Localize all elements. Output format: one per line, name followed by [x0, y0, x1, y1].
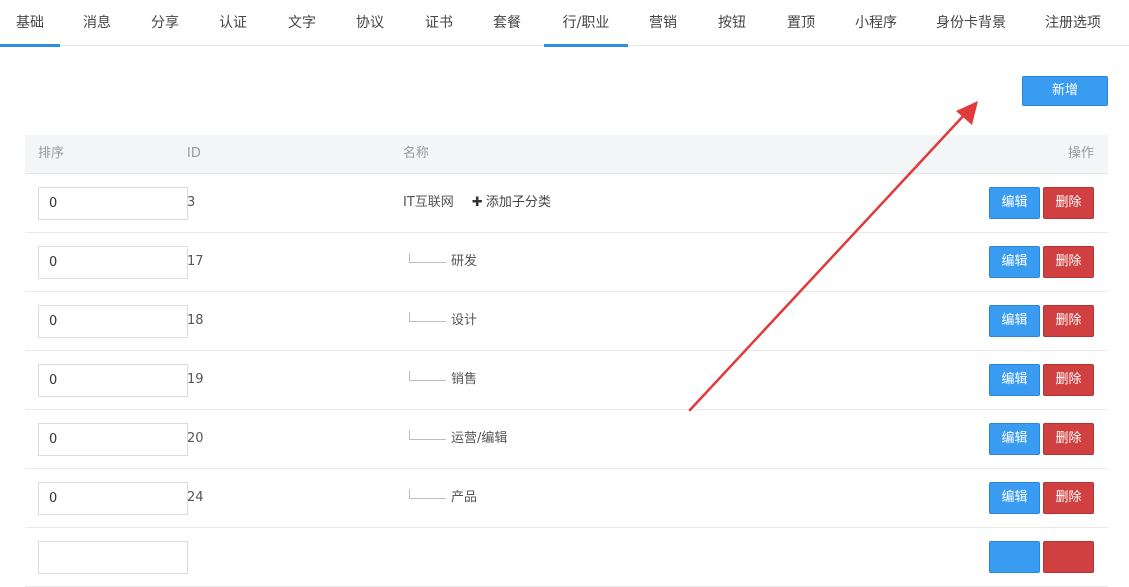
tab-agreement[interactable]: 协议: [343, 0, 397, 46]
tab-certificate[interactable]: 证书: [412, 0, 466, 46]
tab-text[interactable]: 文字: [275, 0, 329, 46]
tab-id-card-background[interactable]: 身份卡背景: [928, 0, 1014, 46]
tree-connector: [409, 430, 446, 440]
header-name: 名称: [403, 146, 430, 161]
table-row: 19 销售 编辑删除: [25, 351, 1108, 410]
tab-basic[interactable]: 基础: [0, 0, 60, 47]
edit-button[interactable]: 编辑: [989, 305, 1040, 337]
tab-verification[interactable]: 认证: [206, 0, 260, 46]
delete-button[interactable]: 删除: [1043, 246, 1094, 278]
table-row: [25, 528, 1108, 587]
edit-button[interactable]: 编辑: [989, 423, 1040, 455]
id-cell: 20: [187, 431, 204, 446]
tab-indicator: [544, 44, 628, 47]
category-name: 运营/编辑: [451, 431, 508, 446]
row-actions: 编辑 删除: [989, 364, 1094, 396]
sort-input[interactable]: [38, 305, 188, 338]
tree-connector: [409, 489, 446, 499]
id-cell: 3: [187, 195, 196, 210]
sort-input[interactable]: [38, 246, 188, 279]
add-button[interactable]: 新增: [1022, 76, 1108, 106]
delete-button[interactable]: 删除: [1043, 187, 1094, 219]
sort-input[interactable]: [38, 364, 188, 397]
table-row: 17 研发 编辑删除: [25, 233, 1108, 292]
id-cell: 17: [187, 254, 204, 269]
header-id: ID: [187, 146, 201, 161]
sort-input[interactable]: [38, 482, 188, 515]
category-name: 设计: [451, 313, 478, 328]
tab-share[interactable]: 分享: [138, 0, 192, 46]
category-name: 研发: [451, 254, 478, 269]
category-table: 排序 ID 名称 操作 3 IT互联网 ✚添加子分类 编辑删除 17 研发 编辑…: [25, 135, 1108, 587]
delete-button[interactable]: 删除: [1043, 482, 1094, 514]
id-cell: 24: [187, 490, 204, 505]
tab-marketing[interactable]: 营销: [636, 0, 690, 46]
tab-mini-program[interactable]: 小程序: [842, 0, 910, 46]
tab-registration-options[interactable]: 注册选项: [1036, 0, 1110, 46]
header-sort: 排序: [38, 146, 65, 161]
delete-button[interactable]: 删除: [1043, 305, 1094, 337]
edit-button[interactable]: 编辑: [989, 246, 1040, 278]
header-ops: 操作: [1067, 146, 1094, 161]
edit-button[interactable]: 编辑: [989, 187, 1040, 219]
id-cell: 19: [187, 372, 204, 387]
tree-connector: [409, 253, 446, 263]
category-name: IT互联网: [403, 195, 454, 210]
edit-button[interactable]: 编辑: [989, 364, 1040, 396]
id-cell: 18: [187, 313, 204, 328]
sort-input[interactable]: [38, 187, 188, 220]
tab-indicator: [0, 44, 60, 47]
plus-icon: ✚: [471, 195, 483, 210]
delete-button[interactable]: 删除: [1043, 423, 1094, 455]
tab-industry[interactable]: 行/职业: [544, 0, 628, 47]
table-row: 18 设计 编辑删除: [25, 292, 1108, 351]
row-actions: 编辑 删除: [989, 246, 1094, 278]
name-cell: IT互联网 ✚ 添加子分类: [403, 174, 551, 232]
tree-connector: [409, 312, 446, 322]
table-row: 24 产品 编辑删除: [25, 469, 1108, 528]
tab-bar: 基础 消息 分享 认证 文字 协议 证书 套餐 行/职业 营销 按钮 置顶 小程…: [0, 0, 1129, 47]
edit-button[interactable]: 编辑: [989, 482, 1040, 514]
row-actions: 编辑 删除: [989, 482, 1094, 514]
tab-pin-top[interactable]: 置顶: [774, 0, 828, 46]
tab-buttons[interactable]: 按钮: [705, 0, 759, 46]
delete-button[interactable]: 删除: [1043, 364, 1094, 396]
category-name: 产品: [451, 490, 478, 505]
tab-package[interactable]: 套餐: [480, 0, 534, 46]
table-header: 排序 ID 名称 操作: [25, 135, 1108, 174]
table-row: 3 IT互联网 ✚添加子分类 编辑删除: [25, 174, 1108, 233]
arrow-head-icon: [956, 101, 978, 125]
table-row: 20 运营/编辑 编辑删除: [25, 410, 1108, 469]
row-actions: 编辑 删除: [989, 423, 1094, 455]
tree-connector: [409, 371, 446, 381]
sort-input[interactable]: [38, 423, 188, 456]
tab-messages[interactable]: 消息: [70, 0, 124, 46]
row-actions: 编辑 删除: [989, 187, 1094, 219]
add-subcategory-link[interactable]: ✚ 添加子分类: [472, 174, 551, 232]
category-name: 销售: [451, 372, 478, 387]
row-actions: 编辑 删除: [989, 305, 1094, 337]
